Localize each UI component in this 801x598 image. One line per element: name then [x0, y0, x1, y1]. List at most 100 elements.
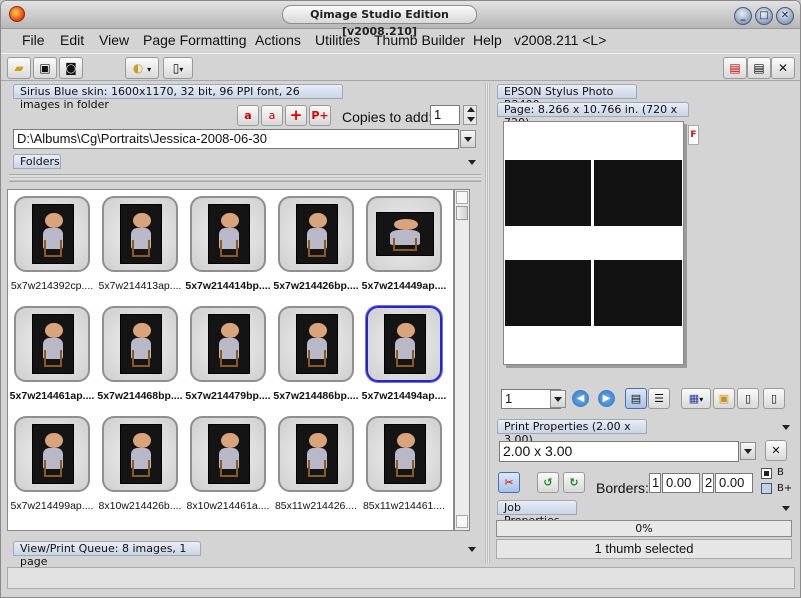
menu-view[interactable]: View: [99, 32, 129, 48]
thumbnail-photo[interactable]: [208, 424, 250, 484]
menu-page-formatting[interactable]: Page Formatting: [143, 32, 247, 48]
folder-path-dropdown[interactable]: [460, 130, 476, 148]
thumbnail-frame[interactable]: [102, 196, 178, 272]
thumbnail-cell[interactable]: 5x7w214392cp....: [8, 190, 96, 300]
queue-collapse-arrow[interactable]: [468, 547, 476, 552]
thumbnail-frame[interactable]: [190, 306, 266, 382]
filter-dropdown-button[interactable]: ◐ ▾: [125, 57, 159, 79]
next-page-button[interactable]: ▶: [598, 390, 615, 407]
add-to-queue-button[interactable]: +: [285, 105, 307, 126]
thumbnail-photo[interactable]: [384, 314, 426, 374]
page-zoom-button[interactable]: ▯: [763, 388, 785, 409]
save-job-button[interactable]: ◙: [59, 57, 83, 79]
thumbnail-frame[interactable]: [366, 306, 442, 382]
thumbnail-cell[interactable]: 5x7w214494ap....: [360, 300, 448, 410]
thumbnail-cell[interactable]: 5x7w214461ap....: [8, 300, 96, 410]
add-selected-button[interactable]: a: [261, 105, 283, 126]
thumbnail-frame[interactable]: [278, 196, 354, 272]
thumbnail-cell[interactable]: 5x7w214414bp....: [184, 190, 272, 300]
copies-spinner[interactable]: [463, 105, 477, 125]
thumbnail-frame[interactable]: [14, 306, 90, 382]
printer-tab[interactable]: EPSON Stylus Photo R2400: [497, 84, 637, 111]
thumbnail-cell[interactable]: 5x7w214449ap....: [360, 190, 448, 300]
menu-help[interactable]: Help: [473, 32, 502, 48]
thumbnail-photo[interactable]: [120, 204, 162, 264]
print-cancel-button[interactable]: ✕: [771, 57, 795, 79]
lock-button[interactable]: ▣: [713, 388, 735, 409]
thumbnail-photo[interactable]: [32, 204, 74, 264]
thumbnail-photo[interactable]: [208, 204, 250, 264]
folders-header[interactable]: Folders: [13, 154, 61, 169]
preview-photo-2[interactable]: [594, 160, 682, 226]
thumbnail-photo[interactable]: [32, 314, 74, 374]
list-view-button[interactable]: ☰: [648, 388, 670, 409]
panel-splitter[interactable]: [485, 83, 490, 563]
scroll-thumb[interactable]: [456, 206, 468, 220]
thumbnail-frame[interactable]: [190, 196, 266, 272]
copies-input[interactable]: 1: [430, 105, 460, 125]
thumbnail-cell[interactable]: 85x11w214461....: [360, 410, 448, 520]
thumbnail-cell[interactable]: 5x7w214426bp....: [272, 190, 360, 300]
prev-page-button[interactable]: ◀: [572, 390, 589, 407]
border1-input[interactable]: 0.00: [662, 473, 700, 493]
thumbnail-cell[interactable]: 5x7w214479bp....: [184, 300, 272, 410]
thumbnail-photo[interactable]: [296, 314, 338, 374]
preview-photo-3[interactable]: [505, 260, 591, 326]
thumbnail-photo[interactable]: [384, 424, 426, 484]
thumbnail-frame[interactable]: [278, 306, 354, 382]
thumbnail-frame[interactable]: [14, 196, 90, 272]
job-properties-header[interactable]: Job Properties: [497, 500, 577, 527]
thumbnail-frame[interactable]: [102, 416, 178, 492]
open-folder-button[interactable]: ▰: [7, 57, 31, 79]
save-button[interactable]: ▣: [33, 57, 57, 79]
queue-header[interactable]: View/Print Queue: 8 images, 1 page: [13, 541, 201, 568]
add-all-button[interactable]: a: [237, 105, 259, 126]
thumbnail-photo[interactable]: [376, 212, 434, 256]
thumbnail-cell[interactable]: 85x11w214426....: [272, 410, 360, 520]
menu-file[interactable]: File: [22, 32, 45, 48]
thumbnail-photo[interactable]: [296, 204, 338, 264]
folders-collapse-arrow[interactable]: [468, 160, 476, 165]
thumbnail-frame[interactable]: [14, 416, 90, 492]
maximize-button[interactable]: □: [755, 7, 773, 25]
scroll-down-button[interactable]: [456, 515, 468, 528]
thumbnail-frame[interactable]: [278, 416, 354, 492]
border-bplus-radio[interactable]: [761, 483, 772, 494]
thumbnail-cell[interactable]: 5x7w214499ap....: [8, 410, 96, 520]
thumbnail-cell[interactable]: 5x7w214486bp....: [272, 300, 360, 410]
thumbnail-photo[interactable]: [120, 314, 162, 374]
border2-input[interactable]: 0.00: [715, 473, 753, 493]
thumbnail-cell[interactable]: 8x10w214461a....: [184, 410, 272, 520]
layout-dropdown-button[interactable]: ▦▾: [681, 388, 711, 409]
thumbnail-frame[interactable]: [366, 196, 442, 272]
print-setup-button[interactable]: ▤: [723, 57, 747, 79]
folder-path-field[interactable]: D:\Albums\Cg\Portraits\Jessica-2008-06-3…: [13, 129, 459, 149]
thumbnail-frame[interactable]: [102, 306, 178, 382]
print-size-select[interactable]: 2.00 x 3.00: [499, 441, 739, 462]
thumbnail-frame[interactable]: [366, 416, 442, 492]
page-marker[interactable]: F: [688, 125, 699, 145]
page-number-dropdown[interactable]: [550, 390, 566, 408]
preview-photo-1[interactable]: [505, 160, 591, 226]
size-tools-button[interactable]: ✕: [765, 440, 787, 461]
thumbnail-scrollbar[interactable]: [454, 189, 470, 531]
menu-actions[interactable]: Actions: [255, 32, 301, 48]
thumbnail-photo[interactable]: [296, 424, 338, 484]
thumbnail-photo[interactable]: [208, 314, 250, 374]
print-size-dropdown[interactable]: [740, 442, 756, 460]
rotate-right-button[interactable]: ↻: [563, 472, 585, 493]
thumbnail-photo[interactable]: [120, 424, 162, 484]
thumbnail-frame[interactable]: [190, 416, 266, 492]
rotate-left-button[interactable]: ↺: [537, 472, 559, 493]
minimize-button[interactable]: _: [734, 7, 752, 25]
thumbnail-photo[interactable]: [32, 424, 74, 484]
job-properties-collapse-arrow[interactable]: [782, 506, 790, 511]
scroll-up-button[interactable]: [456, 191, 468, 204]
add-with-options-button[interactable]: P+: [309, 105, 331, 126]
close-button[interactable]: ✕: [776, 7, 794, 25]
page-preview[interactable]: [503, 121, 684, 365]
app-icon[interactable]: [9, 6, 25, 22]
menu-edit[interactable]: Edit: [60, 32, 84, 48]
print-button[interactable]: ▤: [747, 57, 771, 79]
new-page-button[interactable]: ▯: [737, 388, 759, 409]
